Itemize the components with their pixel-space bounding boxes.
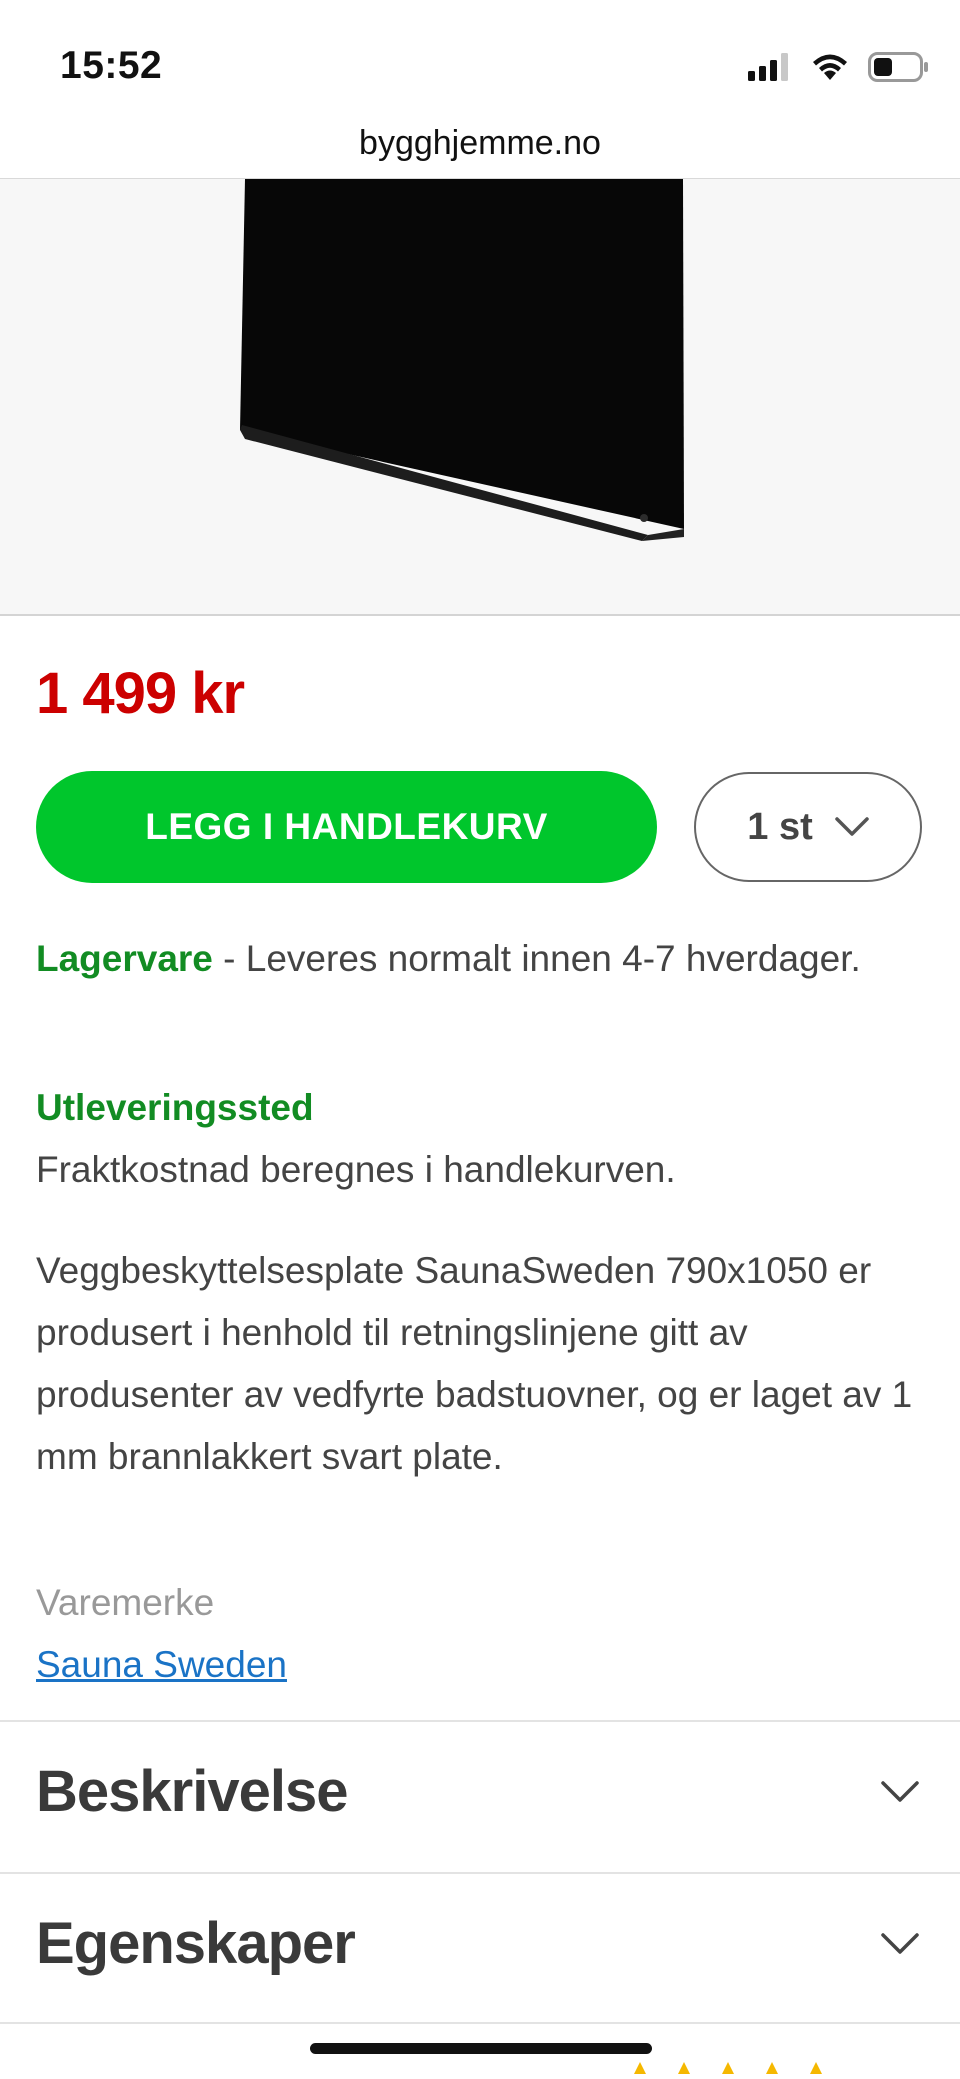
stock-detail: - Leveres normalt innen 4-7 hverdager. <box>223 938 861 979</box>
quantity-select[interactable]: 1 st <box>694 772 922 882</box>
quantity-value: 1 st <box>747 805 813 848</box>
status-time: 15:52 <box>60 44 163 87</box>
shipping-note: Fraktkostnad beregnes i handlekurven. <box>36 1149 676 1190</box>
url-text: bygghjemme.no <box>359 124 601 162</box>
status-icons <box>748 52 930 82</box>
brand-link[interactable]: Sauna Sweden <box>36 1644 287 1685</box>
home-indicator[interactable] <box>310 2043 652 2054</box>
accordion-title: Egenskaper <box>36 1911 356 1976</box>
status-bar: 15:52 <box>0 0 960 120</box>
accordion-description[interactable]: Beskrivelse <box>0 1720 960 1872</box>
pickup-label[interactable]: Utleveringssted <box>36 1077 916 1139</box>
pickup-info: Utleveringssted Fraktkostnad beregnes i … <box>36 1077 916 1201</box>
stock-status: Lagervare <box>36 938 213 979</box>
product-image <box>0 179 960 614</box>
product-image-gallery[interactable] <box>0 179 960 616</box>
chevron-down-icon <box>834 817 869 836</box>
wifi-icon <box>813 54 847 80</box>
brand-label: Varemerke <box>36 1582 215 1623</box>
cellular-signal-icon <box>748 53 788 81</box>
product-description: Veggbeskyttelsesplate SaunaSweden 790x10… <box>36 1250 913 1477</box>
accordion-title: Beskrivelse <box>36 1759 348 1824</box>
chevron-down-icon <box>881 1933 919 1954</box>
battery-icon <box>868 52 928 82</box>
stock-info: Lagervare - Leveres normalt innen 4-7 hv… <box>36 928 916 990</box>
add-to-cart-button[interactable]: LEGG I HANDLEKURV <box>36 771 657 883</box>
chevron-down-icon <box>881 1781 919 1802</box>
browser-url-bar[interactable]: bygghjemme.no <box>0 120 960 179</box>
accordion-properties[interactable]: Egenskaper <box>0 1872 960 2024</box>
brand-info: Varemerke Sauna Sweden <box>36 1572 916 1696</box>
rating-stars-icon <box>634 2062 822 2074</box>
product-price: 1 499 kr <box>36 661 245 726</box>
